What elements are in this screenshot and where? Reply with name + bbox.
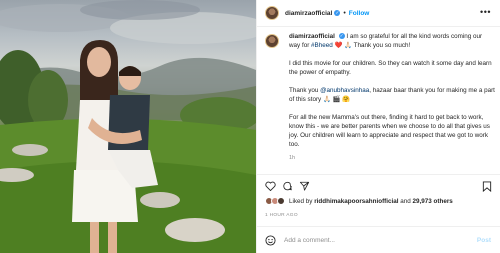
caption-author-link[interactable]: diamirzaofficial xyxy=(289,33,335,40)
username-link[interactable]: diamirzaofficial xyxy=(285,10,332,17)
likes-text: Liked by riddhimakapoorsahniofficial and… xyxy=(289,198,453,205)
photo-illustration xyxy=(0,0,256,253)
mention-link[interactable]: @anubhavsinhaa xyxy=(320,87,369,94)
avatar[interactable] xyxy=(265,34,279,48)
caption-text: Thank you xyxy=(289,87,321,94)
follow-button[interactable]: Follow xyxy=(349,10,370,17)
caption-paragraph: I did this movie for our children. So th… xyxy=(289,60,492,76)
caption-text: Thank you so much! xyxy=(353,42,411,49)
comment-icon[interactable] xyxy=(282,181,293,191)
avatar[interactable] xyxy=(265,6,279,20)
likes-prefix: Liked by xyxy=(289,197,315,205)
likes-count-link[interactable]: 29,973 others xyxy=(413,198,453,205)
caption-body: diamirzaofficial ✓ I am so grateful for … xyxy=(289,32,495,163)
liker-username-link[interactable]: riddhimakapoorsahniofficial xyxy=(314,198,398,205)
caption-emoji: ❤️ 🙏🏻 xyxy=(332,42,354,49)
bookmark-icon[interactable] xyxy=(482,181,492,192)
separator-dot: • xyxy=(343,9,346,17)
likes-row: Liked by riddhimakapoorsahniofficial and… xyxy=(265,197,453,205)
verified-badge-icon: ✓ xyxy=(334,10,341,16)
more-options-icon[interactable]: ••• xyxy=(480,8,491,17)
hashtag-link[interactable]: #Bheed xyxy=(311,42,333,49)
post-timestamp[interactable]: 1 HOUR AGO xyxy=(265,213,298,218)
share-icon[interactable] xyxy=(299,181,310,191)
caption-paragraph: For all the new Mamma's out there, findi… xyxy=(289,114,490,148)
likes-middle: and xyxy=(398,197,413,205)
post-photo[interactable] xyxy=(0,0,256,253)
post-comment-button[interactable]: Post xyxy=(477,237,491,244)
heart-icon[interactable] xyxy=(265,181,276,191)
liker-avatar xyxy=(277,197,285,205)
emoji-icon[interactable] xyxy=(265,234,276,246)
post-header: diamirzaofficial ✓ • Follow ••• xyxy=(257,0,500,27)
add-comment-bar: Add a comment... Post xyxy=(257,226,500,253)
comment-input[interactable]: Add a comment... xyxy=(284,237,477,244)
verified-badge-icon: ✓ xyxy=(338,33,345,40)
action-bar xyxy=(257,174,500,196)
caption-timestamp[interactable]: 1h xyxy=(289,154,495,163)
post-detail-panel: diamirzaofficial ✓ • Follow ••• diamirza… xyxy=(256,0,500,253)
